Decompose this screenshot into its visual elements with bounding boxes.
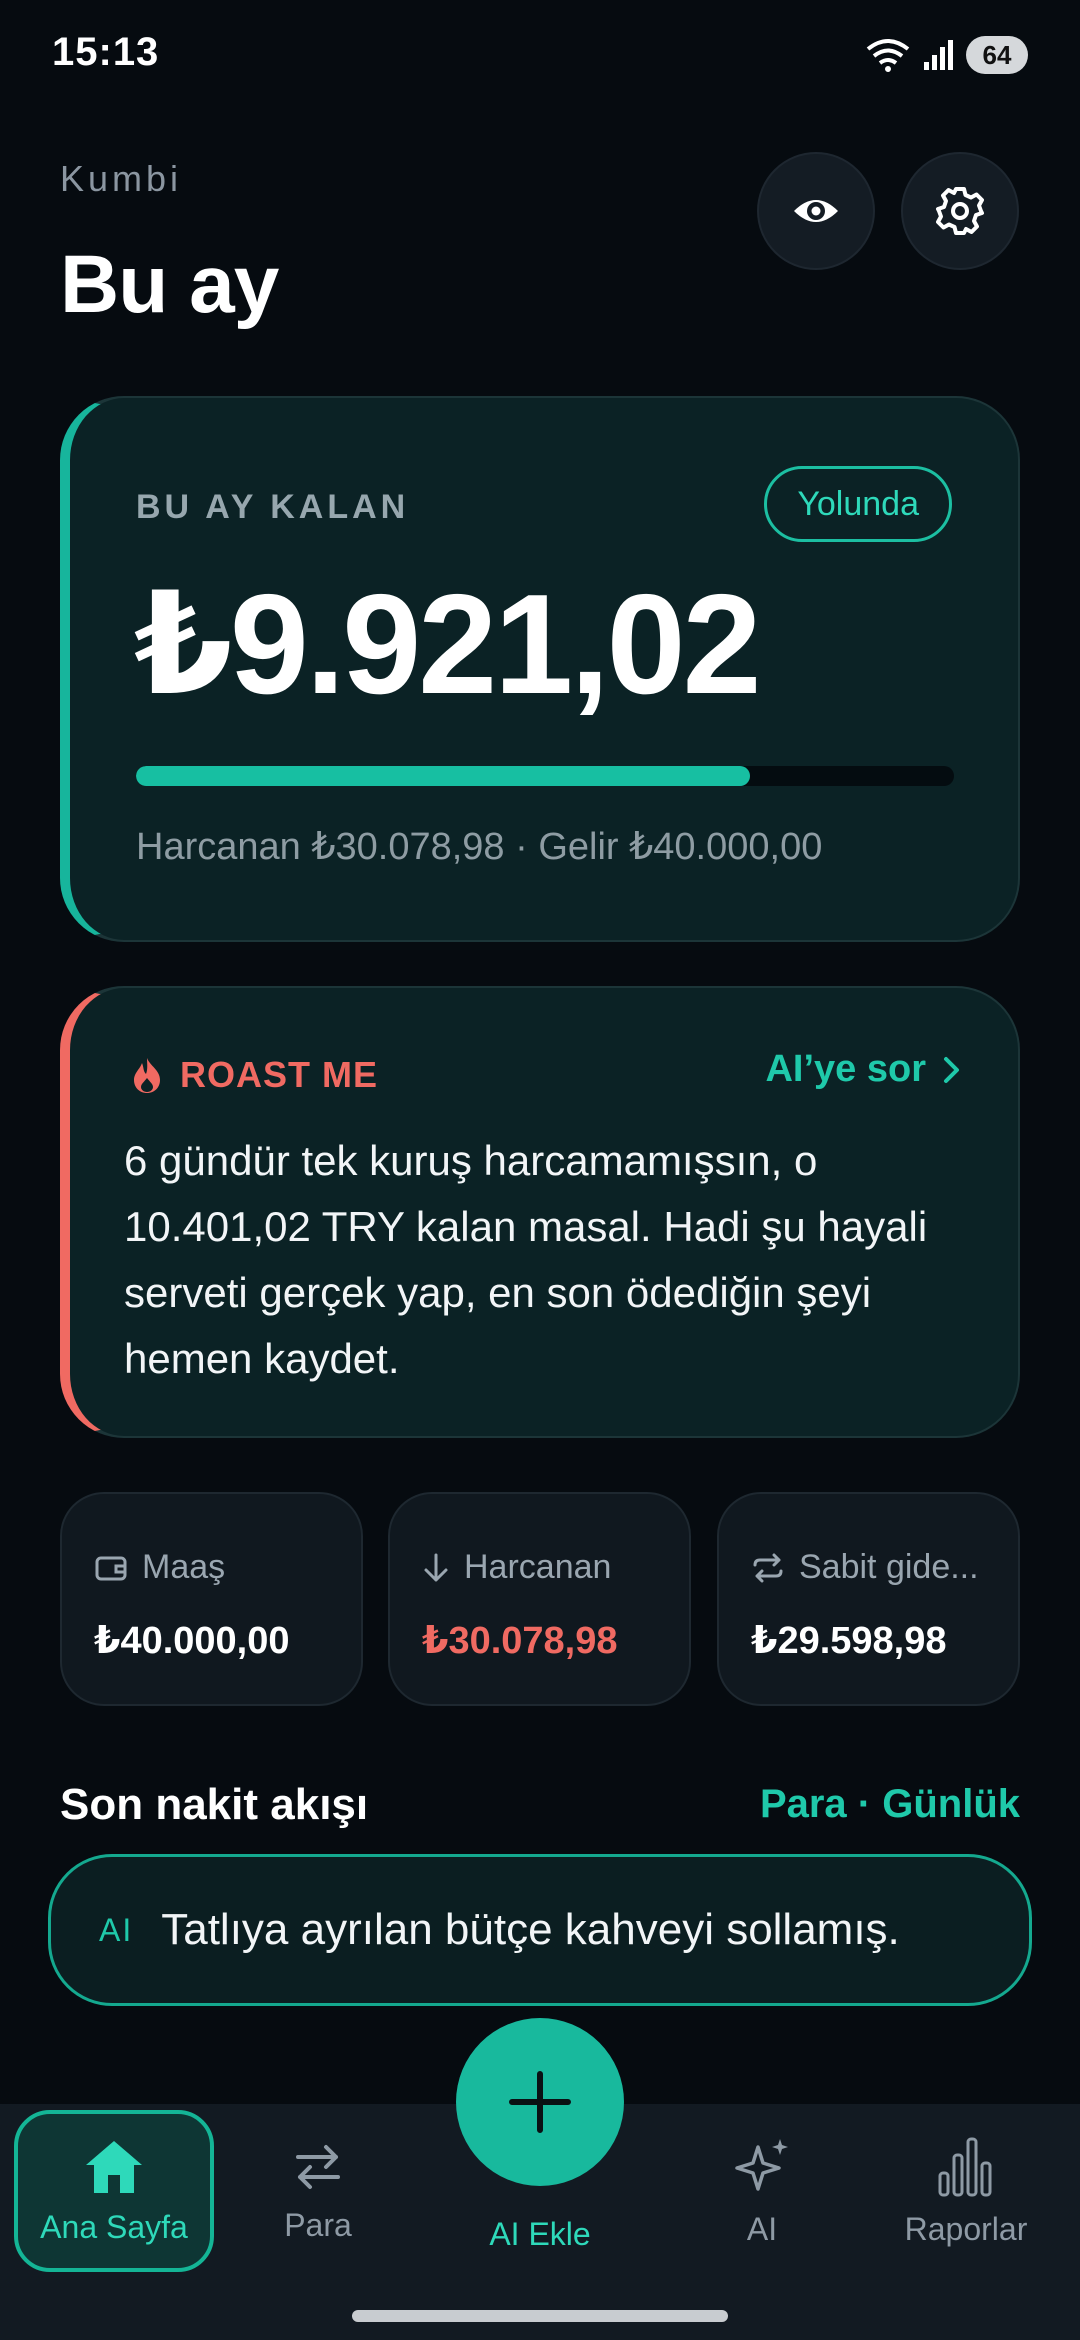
home-indicator[interactable] [352,2310,728,2322]
remaining-amount: ₺9.921,02 [134,565,762,724]
flame-icon [134,1058,160,1093]
cashflow-title: Son nakit akışı [60,1780,369,1829]
page-title: Bu ay [60,239,279,330]
remaining-label: BU AY KALAN [136,488,410,526]
wifi-icon [866,39,910,72]
stat-label: Maaş [142,1548,226,1586]
ask-ai-label: AI’ye sor [765,1048,926,1090]
status-icons: 64 [864,34,1028,76]
app-name: Kumbi [60,158,183,199]
nav-label: Ana Sayfa [40,2208,188,2245]
toggle-visibility-button[interactable] [757,152,875,270]
transfer-icon [296,2144,340,2189]
status-badge: Yolunda [764,466,952,542]
ai-add-label: AI Ekle [489,2216,591,2252]
home-icon [86,2140,142,2193]
stat-value: ₺29.598,98 [751,1620,947,1662]
eye-icon [794,200,838,222]
ai-insight-text: Tatlıya ayrılan bütçe kahveyi sollamış. [161,1905,900,1954]
plus-icon [509,2071,571,2133]
stat-label-row: Sabit gide... [751,1548,979,1587]
nav-label: Raporlar [904,2210,1028,2247]
stat-value: ₺30.078,98 [422,1620,618,1662]
stat-label-row: Maaş [94,1548,225,1587]
status-time: 15:13 [52,30,160,74]
nav-money[interactable]: Para [218,2110,418,2272]
nav-reports[interactable]: Raporlar [866,2110,1066,2272]
stat-card-spent[interactable]: Harcanan ₺30.078,98 [388,1492,691,1706]
spent-income-summary: Harcanan ₺30.078,98 · Gelir ₺40.000,00 [136,826,823,868]
budget-progress-bar [136,766,954,786]
stat-card-salary[interactable]: Maaş ₺40.000,00 [60,1492,363,1706]
bar-chart-icon [938,2137,992,2196]
ai-insight-card[interactable]: AI Tatlıya ayrılan bütçe kahveyi sollamı… [48,1854,1032,2006]
sparkles-icon [735,2138,788,2191]
roast-message: 6 gündür tek kuruş harcamamışsın, o 10.4… [124,1137,928,1382]
repeat-icon [753,1553,783,1582]
home-screen: 15:13 64 Kumbi Bu ay BU AY KALAN Yolunda… [0,0,1080,2340]
battery-indicator: 64 [966,36,1028,74]
roast-card: ROAST ME AI’ye sor 6 gündür tek kuruş ha… [60,986,1020,1438]
arrow-down-icon [424,1553,448,1581]
chevron-right-icon [944,1056,959,1083]
remaining-balance-card: BU AY KALAN Yolunda ₺9.921,02 Harcanan ₺… [60,396,1020,942]
ai-add-button[interactable] [456,2018,624,2186]
stat-value: ₺40.000,00 [94,1620,290,1662]
cashflow-link[interactable]: Para · Günlük [760,1782,1020,1827]
roast-title: ROAST ME [180,1054,379,1095]
wallet-icon [95,1556,127,1580]
settings-button[interactable] [901,152,1019,270]
nav-home[interactable]: Ana Sayfa [14,2110,214,2272]
nav-label: Para [284,2206,352,2243]
status-bar: 15:13 64 [0,0,1080,110]
ai-tag: AI [99,1911,134,1948]
budget-progress-fill [136,766,750,786]
ask-ai-link[interactable]: AI’ye sor [765,1048,962,1091]
gear-icon [936,187,984,235]
stat-card-fixed-expenses[interactable]: Sabit gide... ₺29.598,98 [717,1492,1020,1706]
nav-label: AI [746,2210,778,2247]
stat-label-row: Harcanan [422,1548,611,1587]
signal-icon [924,40,953,70]
nav-ai[interactable]: AI [662,2110,862,2272]
roast-header: ROAST ME [132,1054,378,1096]
stat-label: Sabit gide... [799,1548,979,1586]
stat-label: Harcanan [464,1548,612,1586]
